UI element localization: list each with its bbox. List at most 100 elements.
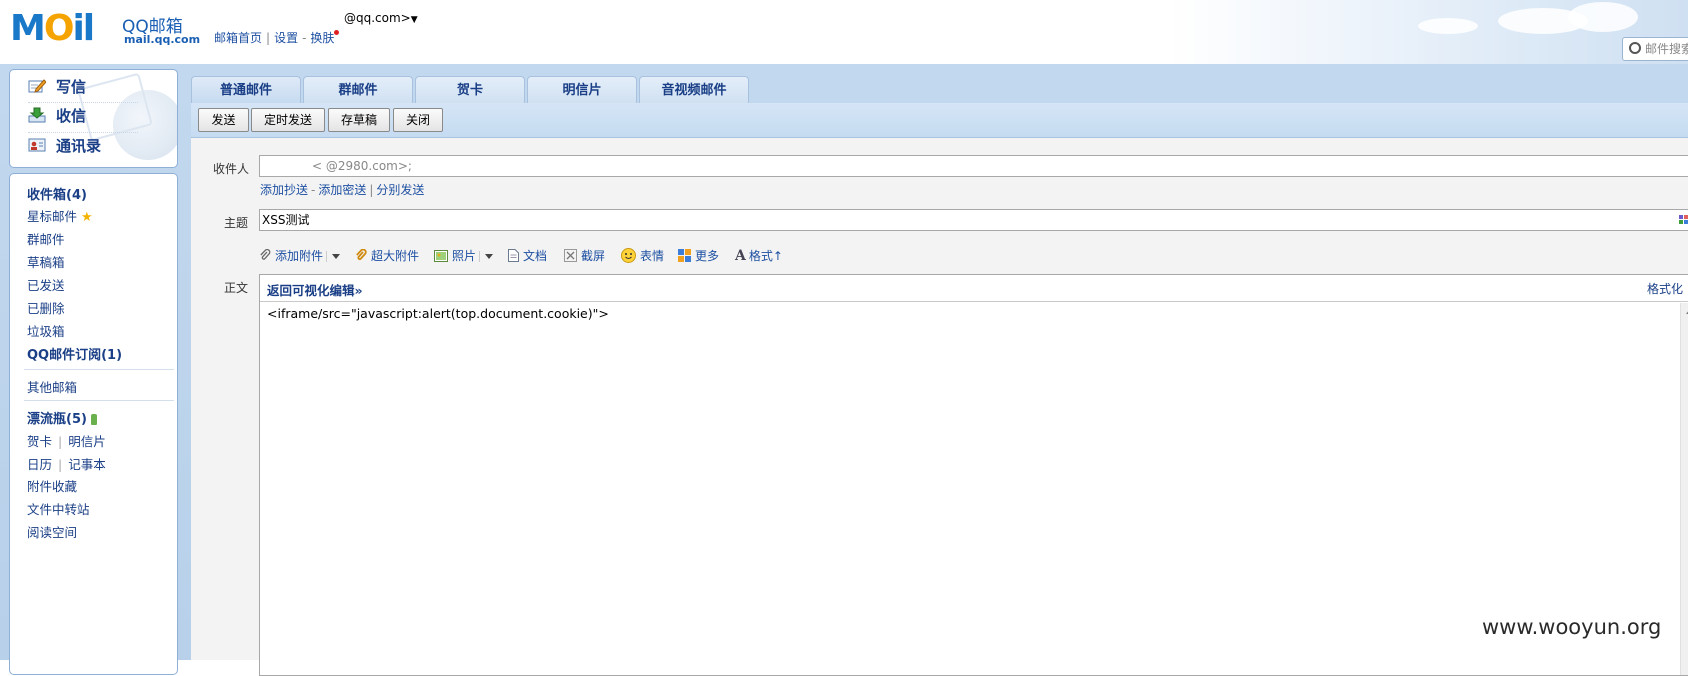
account-menu[interactable]: @qq.com>▼ [344, 11, 418, 25]
contacts-icon [28, 138, 46, 151]
compose-toolbar: 发送 定时发送 存草稿 关闭 [191, 103, 1688, 138]
more-button[interactable]: 更多 [678, 247, 719, 265]
compose-icon [28, 78, 46, 93]
folder-starred-label: 星标邮件 [27, 209, 78, 224]
compose-label: 写信 [56, 78, 87, 96]
close-button[interactable]: 关闭 [393, 108, 443, 132]
tab-group-mail[interactable]: 群邮件 [303, 76, 413, 104]
chevron-down-icon[interactable] [332, 254, 341, 259]
folder-list: 收件箱(4) 星标邮件 ★ 群邮件 草稿箱 已发送 已删除 垃圾箱 QQ邮件订阅(… [9, 173, 178, 675]
format-toggle-button[interactable]: A 格式↑ [735, 247, 783, 265]
star-icon: ★ [81, 210, 93, 225]
scissors-icon [564, 249, 577, 262]
separate-send-link[interactable]: 分别发送 [376, 183, 424, 197]
bottle-icon [90, 414, 97, 425]
reading-space-link[interactable]: 阅读空间 [27, 522, 77, 541]
header-sky-background [1168, 0, 1688, 64]
send-button[interactable]: 发送 [198, 108, 249, 132]
format-link[interactable]: 格式化 [1647, 280, 1683, 297]
more-label: 更多 [695, 249, 720, 263]
back-to-visual-editor-link[interactable]: 返回可视化编辑» [267, 280, 363, 299]
format-label: 格式 [748, 249, 773, 263]
receive-label: 收信 [56, 107, 87, 125]
large-attachment-button[interactable]: 超大附件 [355, 247, 419, 265]
folder-group[interactable]: 群邮件 [27, 229, 65, 248]
mailbox-home-link[interactable]: 邮箱首页 [214, 31, 262, 45]
to-value: < @2980.com>; [312, 159, 412, 173]
scheduled-send-button[interactable]: 定时发送 [251, 108, 325, 132]
postcard-link[interactable]: 明信片 [68, 434, 106, 449]
save-draft-button[interactable]: 存草稿 [328, 108, 390, 132]
paperclip-icon [260, 249, 271, 260]
add-attachment-label: 添加附件 [275, 249, 324, 263]
chevron-down-icon: ▼ [410, 15, 418, 25]
font-a-icon: A [735, 248, 746, 264]
editor-scrollbar[interactable] [1680, 303, 1688, 675]
photo-icon [434, 249, 448, 262]
tab-av-mail[interactable]: 音视频邮件 [639, 76, 749, 104]
calendar-link[interactable]: 日历 [27, 457, 52, 472]
quick-actions-panel: 写信 收信 通讯录 [9, 69, 178, 168]
photo-label: 照片 [452, 249, 477, 263]
receive-button[interactable]: 收信 [28, 103, 86, 129]
mail-search-input[interactable]: 邮件搜索 [1622, 37, 1688, 61]
top-header: MOil QQ邮箱 mail.qq.com @qq.com>▼ 邮箱首页 | 设置 -… [0, 0, 1688, 64]
tab-normal-mail[interactable]: 普通邮件 [191, 76, 301, 104]
subject-style-icon[interactable] [1679, 215, 1688, 224]
inbox-download-icon [28, 107, 46, 122]
contacts-label: 通讯录 [56, 137, 102, 155]
screenshot-button[interactable]: 截屏 [564, 247, 605, 265]
drift-bottle-label: 漂流瓶(5) [27, 412, 87, 427]
folder-starred[interactable]: 星标邮件 ★ [27, 206, 93, 225]
new-dot-icon [334, 30, 340, 35]
body-editor[interactable]: 返回可视化编辑» 格式化 <iframe/src="javascript:ale… [259, 274, 1688, 676]
folder-spam[interactable]: 垃圾箱 [27, 321, 65, 340]
folder-drafts[interactable]: 草稿箱 [27, 252, 65, 271]
logo-domain: mail.qq.com [124, 33, 201, 46]
screenshot-label: 截屏 [581, 249, 606, 263]
divider [24, 400, 174, 401]
emoji-label: 表情 [640, 249, 665, 263]
chevron-down-icon[interactable] [485, 254, 494, 259]
subject-input[interactable]: XSS测试 [259, 209, 1688, 231]
tab-greeting-card[interactable]: 贺卡 [415, 76, 525, 104]
large-attachment-label: 超大附件 [371, 249, 420, 263]
skin-link[interactable]: 换肤 [310, 31, 334, 45]
subject-label: 主题 [224, 216, 249, 230]
file-transfer-link[interactable]: 文件中转站 [27, 499, 90, 518]
folder-deleted[interactable]: 已删除 [27, 298, 65, 317]
compose-button[interactable]: 写信 [28, 74, 86, 100]
to-input[interactable]: < @2980.com>; [259, 155, 1688, 177]
editor-header: 返回可视化编辑» 格式化 [260, 275, 1688, 302]
search-icon [1629, 42, 1641, 54]
attachment-collection-link[interactable]: 附件收藏 [27, 476, 77, 495]
greeting-postcard-row: 贺卡 | 明信片 [27, 434, 106, 449]
folder-sent[interactable]: 已发送 [27, 275, 65, 294]
notepad-link[interactable]: 记事本 [68, 457, 106, 472]
body-text[interactable]: <iframe/src="javascript:alert(top.docume… [267, 306, 609, 321]
folder-subscription[interactable]: QQ邮件订阅(1) [27, 344, 122, 363]
recipient-options: 添加抄送 - 添加密送 | 分别发送 [260, 183, 425, 197]
settings-link[interactable]: 设置 [274, 31, 298, 45]
large-paperclip-icon [356, 249, 367, 261]
add-cc-link[interactable]: 添加抄送 [260, 183, 308, 197]
arrow-up-icon: ↑ [772, 249, 783, 263]
add-attachment-button[interactable]: 添加附件 [259, 247, 341, 265]
watermark: www.wooyun.org [1482, 615, 1662, 639]
greeting-card-link[interactable]: 贺卡 [27, 434, 52, 449]
document-icon [508, 249, 519, 262]
account-email: @qq.com> [344, 11, 411, 25]
subject-value: XSS测试 [262, 213, 310, 227]
photo-button[interactable]: 照片 [434, 247, 494, 265]
folder-inbox[interactable]: 收件箱(4) [27, 184, 87, 203]
drift-bottle-link[interactable]: 漂流瓶(5) [27, 408, 97, 427]
folder-other-mailboxes[interactable]: 其他邮箱 [27, 377, 77, 396]
to-label: 收件人 [213, 162, 250, 176]
more-grid-icon [678, 249, 691, 262]
document-button[interactable]: 文档 [508, 247, 547, 265]
tab-postcard[interactable]: 明信片 [527, 76, 637, 104]
contacts-button[interactable]: 通讯录 [28, 133, 101, 159]
document-label: 文档 [523, 249, 548, 263]
emoji-button[interactable]: 表情 [621, 247, 664, 265]
add-bcc-link[interactable]: 添加密送 [318, 183, 366, 197]
